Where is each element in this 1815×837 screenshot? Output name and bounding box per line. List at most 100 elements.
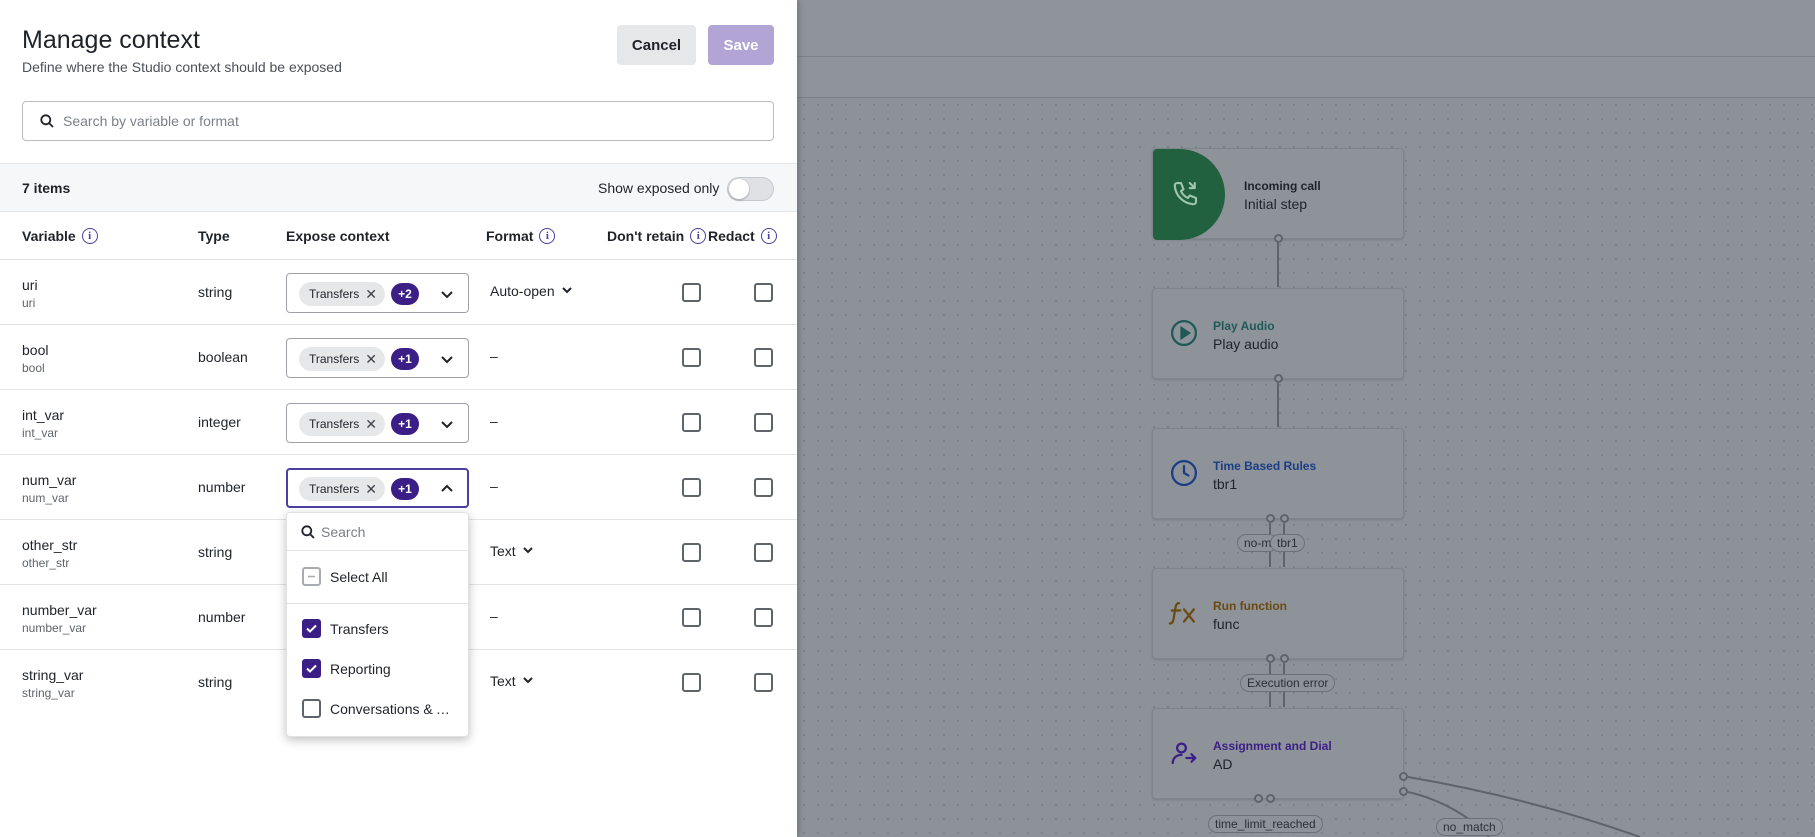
save-button[interactable]: Save [708, 25, 774, 65]
node-type-label: Assignment and Dial [1213, 739, 1332, 753]
toggle-knob [729, 179, 749, 199]
info-icon[interactable]: i [81, 228, 98, 244]
info-icon[interactable]: i [760, 228, 777, 244]
redact-checkbox[interactable] [754, 283, 773, 302]
format-dropdown[interactable]: Text [490, 673, 534, 689]
node-name-label: Play audio [1213, 336, 1279, 352]
close-icon[interactable]: ✕ [365, 417, 377, 431]
expose-context-select[interactable]: Transfers ✕ +1 [286, 468, 469, 508]
flow-node-play-audio[interactable]: Play Audio Play audio [1152, 288, 1404, 379]
show-exposed-toggle[interactable] [727, 177, 774, 201]
chevron-down-icon[interactable] [440, 352, 454, 371]
variable-name: uri [22, 277, 38, 293]
node-port[interactable] [1266, 794, 1275, 803]
variable-key: int_var [22, 426, 59, 440]
dont-retain-checkbox[interactable] [682, 543, 701, 562]
chip-label: Transfers [309, 482, 360, 496]
items-count: 7 items [22, 180, 71, 196]
table-row: num_var num_var number Transfers ✕ +1 – [0, 455, 797, 520]
caret-down-icon [522, 543, 534, 559]
node-name-label: func [1213, 616, 1240, 632]
info-icon[interactable]: i [539, 228, 556, 244]
menu-item-conversations[interactable]: Conversations & A... [287, 689, 468, 729]
redact-checkbox[interactable] [754, 608, 773, 627]
caret-down-icon [522, 673, 534, 689]
flow-node-time-based-rules[interactable]: Time Based Rules tbr1 [1152, 428, 1404, 519]
column-header-redact: Redact i [708, 228, 777, 244]
dont-retain-checkbox[interactable] [682, 478, 701, 497]
column-header-label: Format [486, 228, 534, 244]
flow-node-incoming-call[interactable]: Incoming call Initial step [1152, 148, 1404, 240]
table-row: int_var int_var integer Transfers ✕ +1 – [0, 390, 797, 455]
variable-name: int_var [22, 407, 65, 423]
chip-label: Transfers [309, 352, 360, 366]
dont-retain-checkbox[interactable] [682, 608, 701, 627]
redact-checkbox[interactable] [754, 413, 773, 432]
variable-type: boolean [198, 349, 248, 365]
close-icon[interactable]: ✕ [365, 352, 377, 366]
format-value: – [490, 348, 498, 364]
format-dropdown[interactable]: Text [490, 543, 534, 559]
variable-name: bool [22, 342, 49, 358]
menu-search-input[interactable] [321, 518, 461, 546]
caret-down-icon [561, 283, 573, 299]
table-header: Variable i Type Expose context Format i … [0, 212, 797, 260]
menu-item-checkbox[interactable] [302, 619, 321, 638]
format-value: Auto-open [490, 283, 555, 299]
chevron-down-icon[interactable] [440, 287, 454, 306]
dont-retain-checkbox[interactable] [682, 413, 701, 432]
menu-item-select-all[interactable]: Select All [287, 557, 468, 597]
play-circle-icon [1167, 316, 1201, 350]
menu-item-checkbox[interactable] [302, 659, 321, 678]
canvas-toolbar [797, 0, 1815, 57]
menu-item-transfers[interactable]: Transfers [287, 609, 468, 649]
chip-label: Transfers [309, 287, 360, 301]
edge-label: time_limit_reached [1208, 815, 1323, 833]
node-port[interactable] [1274, 374, 1283, 383]
close-icon[interactable]: ✕ [365, 482, 377, 496]
context-chip: Transfers ✕ [299, 282, 385, 306]
redact-checkbox[interactable] [754, 543, 773, 562]
canvas-subtoolbar [797, 57, 1815, 98]
node-port[interactable] [1266, 514, 1275, 523]
format-dropdown[interactable]: Auto-open [490, 283, 573, 299]
user-dial-icon [1167, 736, 1201, 770]
variable-type: string [198, 544, 233, 560]
table-row: bool bool boolean Transfers ✕ +1 – [0, 325, 797, 390]
check-icon [306, 664, 317, 673]
redact-checkbox[interactable] [754, 673, 773, 692]
redact-checkbox[interactable] [754, 478, 773, 497]
cancel-button[interactable]: Cancel [617, 25, 696, 65]
expose-context-select[interactable]: Transfers ✕ +1 [286, 338, 469, 378]
dont-retain-checkbox[interactable] [682, 283, 701, 302]
search-box[interactable] [22, 101, 774, 141]
dont-retain-checkbox[interactable] [682, 348, 701, 367]
node-port[interactable] [1274, 234, 1283, 243]
menu-item-checkbox[interactable] [302, 699, 321, 718]
format-value: – [490, 478, 498, 494]
menu-item-reporting[interactable]: Reporting [287, 649, 468, 689]
info-icon[interactable]: i [690, 228, 707, 244]
menu-item-label: Conversations & A... [330, 701, 456, 717]
flow-node-run-function[interactable]: Run function func [1152, 568, 1404, 659]
menu-item-label: Select All [330, 569, 388, 585]
variable-type: number [198, 609, 246, 625]
chevron-up-icon[interactable] [440, 482, 454, 501]
node-port[interactable] [1254, 794, 1263, 803]
menu-search[interactable] [287, 513, 468, 551]
search-input[interactable] [63, 103, 763, 139]
flow-node-assignment-and-dial[interactable]: Assignment and Dial AD [1152, 708, 1404, 799]
node-type-label: Time Based Rules [1213, 459, 1317, 473]
select-all-checkbox[interactable] [302, 567, 321, 586]
node-port[interactable] [1280, 654, 1289, 663]
dont-retain-checkbox[interactable] [682, 673, 701, 692]
close-icon[interactable]: ✕ [365, 287, 377, 301]
chevron-down-icon[interactable] [440, 417, 454, 436]
redact-checkbox[interactable] [754, 348, 773, 367]
column-header-variable: Variable i [22, 228, 98, 244]
node-port[interactable] [1280, 514, 1289, 523]
expose-context-select[interactable]: Transfers ✕ +1 [286, 403, 469, 443]
variable-key: number_var [22, 621, 87, 635]
expose-context-select[interactable]: Transfers ✕ +2 [286, 273, 469, 313]
node-port[interactable] [1266, 654, 1275, 663]
